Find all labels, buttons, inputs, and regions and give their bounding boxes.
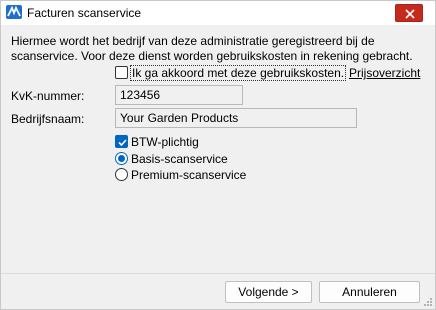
intro-line-1: Hiermee wordt het bedrijf van deze admin… xyxy=(11,34,375,48)
basis-radio[interactable] xyxy=(115,152,128,165)
dialog-content: Hiermee wordt het bedrijf van deze admin… xyxy=(1,25,435,273)
window-title: Facturen scanservice xyxy=(27,6,142,20)
checkmark-icon xyxy=(118,139,127,147)
dialog-window: Facturen scanservice Hiermee wordt het b… xyxy=(0,0,436,310)
btw-label[interactable]: BTW-plichtig xyxy=(131,135,199,149)
close-icon xyxy=(405,9,415,19)
price-overview-link[interactable]: Prijsoverzicht xyxy=(349,66,420,80)
intro-text: Hiermee wordt het bedrijf van deze admin… xyxy=(11,34,421,64)
company-name-label: Bedrijfsnaam: xyxy=(11,112,85,126)
cancel-button[interactable]: Annuleren xyxy=(319,281,420,303)
btw-checkbox[interactable] xyxy=(115,135,128,148)
premium-radio[interactable] xyxy=(115,168,128,181)
basis-label[interactable]: Basis-scanservice xyxy=(131,152,228,166)
button-bar: Volgende > Annuleren xyxy=(1,273,435,309)
premium-label[interactable]: Premium-scanservice xyxy=(131,168,246,182)
close-button[interactable] xyxy=(395,4,423,22)
kvk-field[interactable]: 123456 xyxy=(115,85,243,105)
intro-line-2: scanservice. Voor deze dienst worden geb… xyxy=(11,49,413,63)
resize-grip-icon[interactable] xyxy=(423,297,433,307)
title-bar[interactable]: Facturen scanservice xyxy=(1,1,435,25)
company-name-field[interactable]: Your Garden Products xyxy=(115,108,357,128)
agree-label[interactable]: Ik ga akkoord met deze gebruikskosten. xyxy=(130,65,347,81)
next-button[interactable]: Volgende > xyxy=(225,281,312,303)
radio-dot xyxy=(118,155,125,162)
agree-checkbox[interactable] xyxy=(115,66,128,79)
kvk-label: KvK-nummer: xyxy=(11,89,85,103)
app-logo-icon xyxy=(6,5,22,19)
